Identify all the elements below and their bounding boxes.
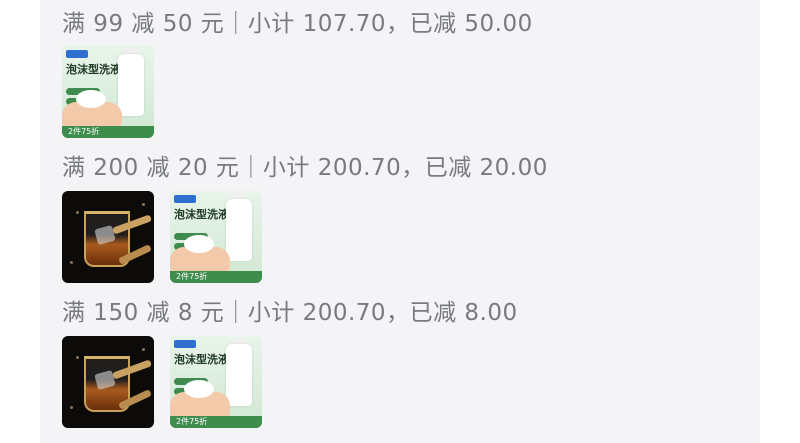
product-title: 泡沫型洗液 — [174, 208, 229, 221]
discount-badge: 2件75折 — [170, 271, 262, 283]
product-title: 泡沫型洗液 — [66, 63, 121, 76]
foam-cleanser-thumbnail[interactable]: 泡沫型洗液 2件75折 — [170, 336, 262, 428]
foam-cleanser-thumbnail[interactable]: 泡沫型洗液 2件75折 — [62, 46, 154, 138]
bottle-icon — [226, 199, 252, 261]
whiskey-glass-thumbnail[interactable] — [62, 191, 154, 283]
promo-line-2: 满 200 减 20 元｜小计 200.70，已减 20.00 — [62, 155, 548, 181]
discount-badge: 2件75折 — [170, 416, 262, 428]
bottle-icon — [226, 344, 252, 406]
bottle-icon — [118, 54, 144, 116]
promo-line-1: 满 99 减 50 元｜小计 107.70，已减 50.00 — [62, 11, 533, 37]
discount-badge: 2件75折 — [62, 126, 154, 138]
foam-cleanser-thumbnail[interactable]: 泡沫型洗液 2件75折 — [170, 191, 262, 283]
product-title: 泡沫型洗液 — [174, 353, 229, 366]
brand-logo — [174, 195, 196, 203]
brand-logo — [66, 50, 88, 58]
brand-logo — [174, 340, 196, 348]
promo-line-3: 满 150 减 8 元｜小计 200.70，已减 8.00 — [62, 300, 518, 326]
whiskey-glass-thumbnail[interactable] — [62, 336, 154, 428]
